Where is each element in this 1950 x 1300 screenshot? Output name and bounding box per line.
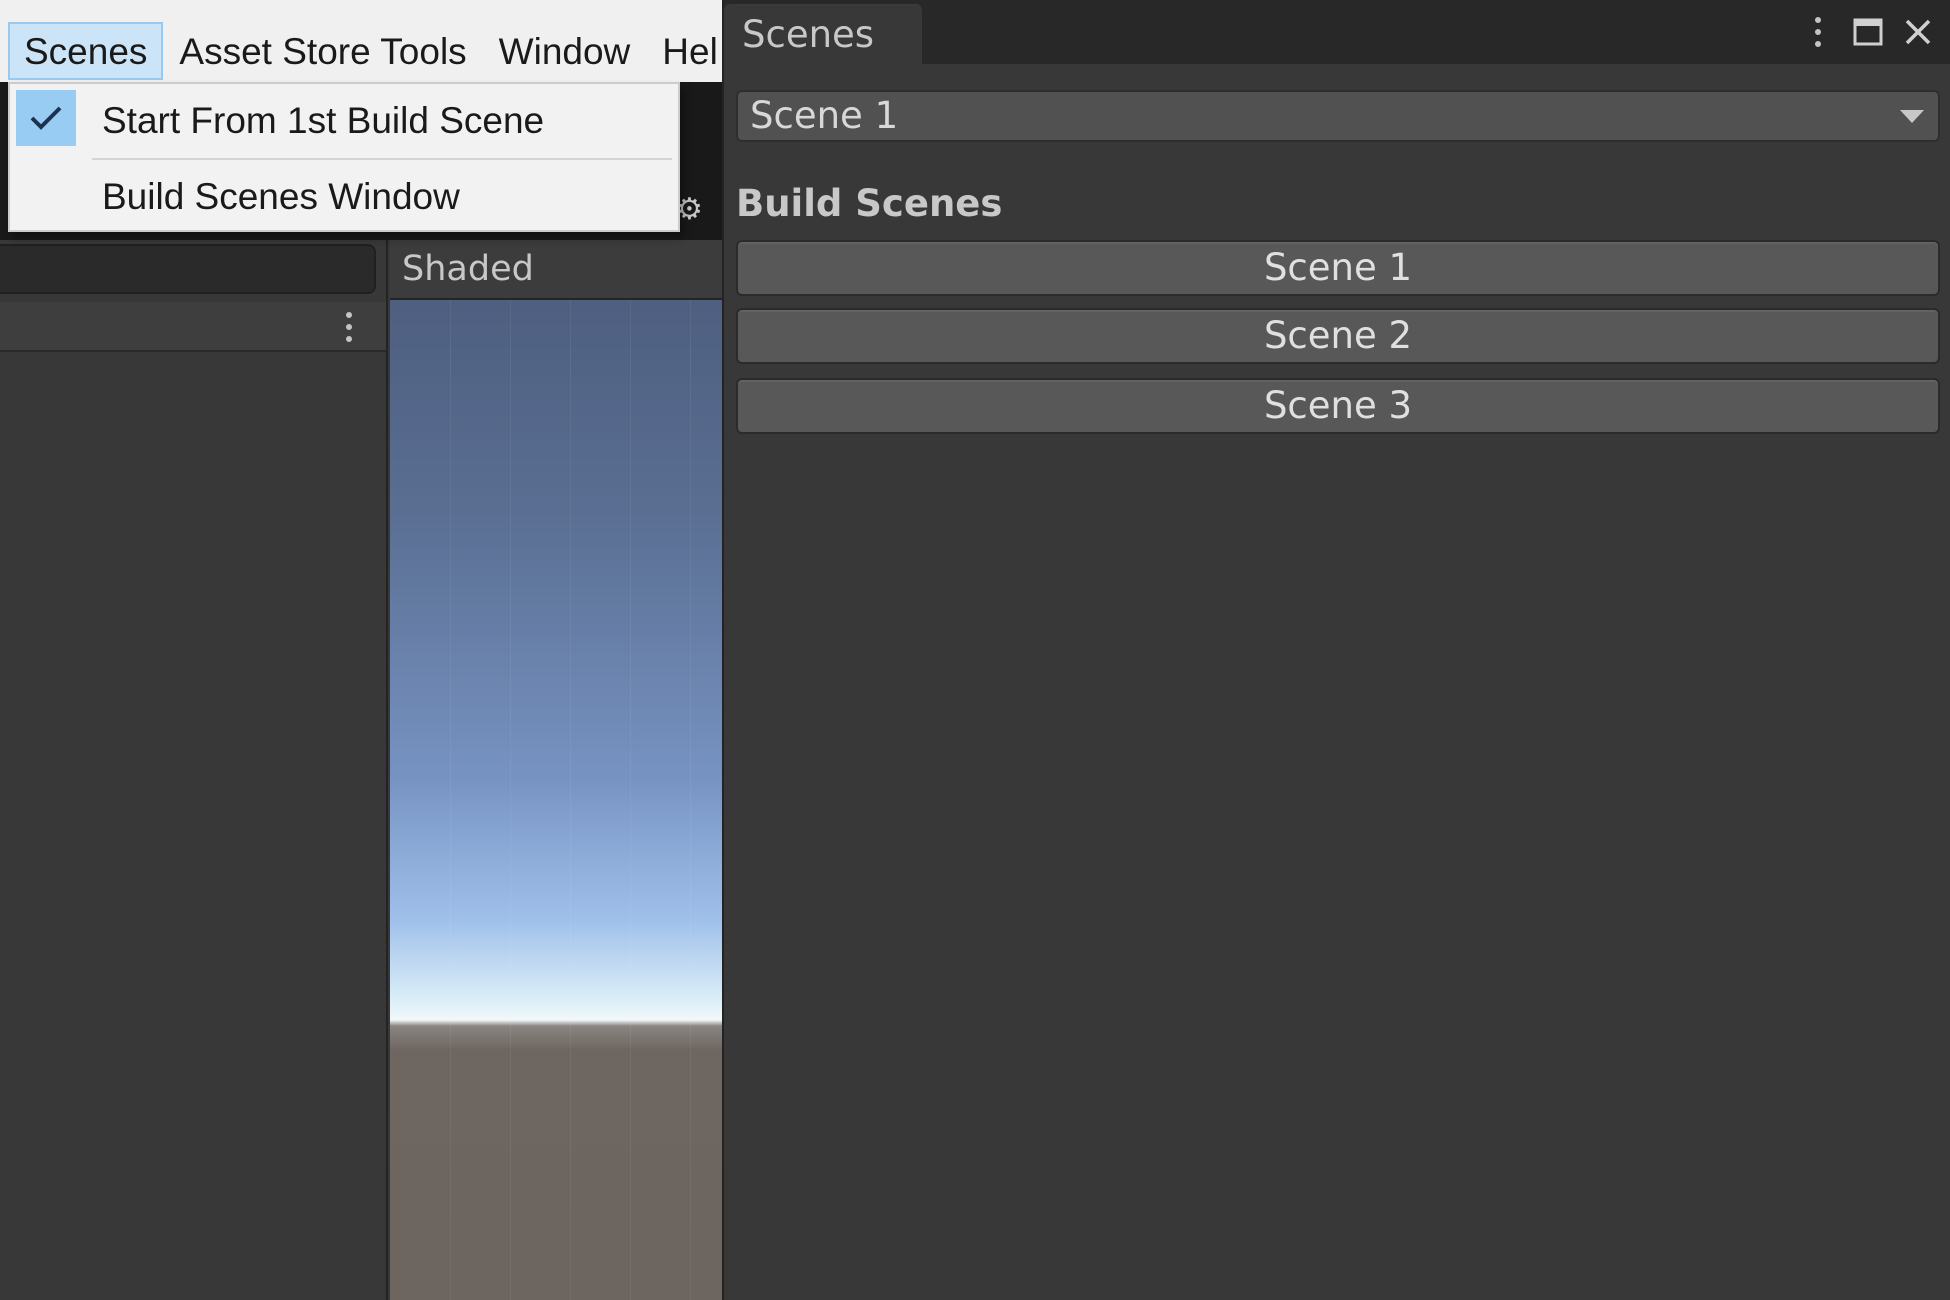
close-icon[interactable] [1896, 12, 1940, 52]
scene-select-value: Scene 1 [750, 94, 899, 137]
gizmo-settings-icon[interactable]: ⚙ [676, 192, 722, 230]
scene-3-button[interactable]: Scene 3 [736, 378, 1940, 434]
grid-line [570, 300, 571, 1300]
scene-view-panel: Shaded [390, 240, 722, 1300]
chevron-down-icon [1900, 110, 1924, 123]
menu-separator [92, 158, 672, 160]
hierarchy-search-input[interactable] [0, 244, 376, 294]
main-menubar: Scenes Asset Store Tools Window Hel [0, 0, 722, 82]
menu-scenes[interactable]: Scenes [8, 22, 164, 80]
menu-item-build-scenes-window[interactable]: Build Scenes Window [10, 168, 678, 226]
hierarchy-more-icon[interactable] [345, 312, 353, 342]
menu-asset-store-tools[interactable]: Asset Store Tools [163, 22, 482, 80]
menu-item-start-from-first-build-scene[interactable]: Start From 1st Build Scene [10, 92, 678, 150]
grid-line [630, 300, 631, 1300]
window-more-icon[interactable] [1806, 12, 1830, 52]
grid-line [510, 300, 511, 1300]
shading-mode-dropdown[interactable]: Shaded [390, 240, 722, 300]
menu-help[interactable]: Hel [646, 22, 722, 80]
scene-2-button[interactable]: Scene 2 [736, 308, 1940, 364]
grid-line [450, 300, 451, 1300]
scene-select-dropdown[interactable]: Scene 1 [736, 90, 1940, 142]
menu-window[interactable]: Window [483, 22, 647, 80]
maximize-icon[interactable] [1846, 12, 1890, 52]
scene-viewport[interactable] [390, 300, 722, 1300]
build-scenes-heading: Build Scenes [736, 182, 1003, 225]
grid-line [690, 300, 691, 1300]
hierarchy-header [0, 302, 386, 352]
tab-scenes[interactable]: Scenes [724, 4, 922, 64]
scenes-window-tabbar: Scenes [724, 0, 1950, 64]
scenes-menu-dropdown: Start From 1st Build Scene Build Scenes … [8, 82, 680, 232]
hierarchy-panel [0, 240, 388, 1300]
scene-1-button[interactable]: Scene 1 [736, 240, 1940, 296]
scenes-window: Scenes Scene 1 Build Scenes Scene 1 Scen… [722, 0, 1950, 1300]
